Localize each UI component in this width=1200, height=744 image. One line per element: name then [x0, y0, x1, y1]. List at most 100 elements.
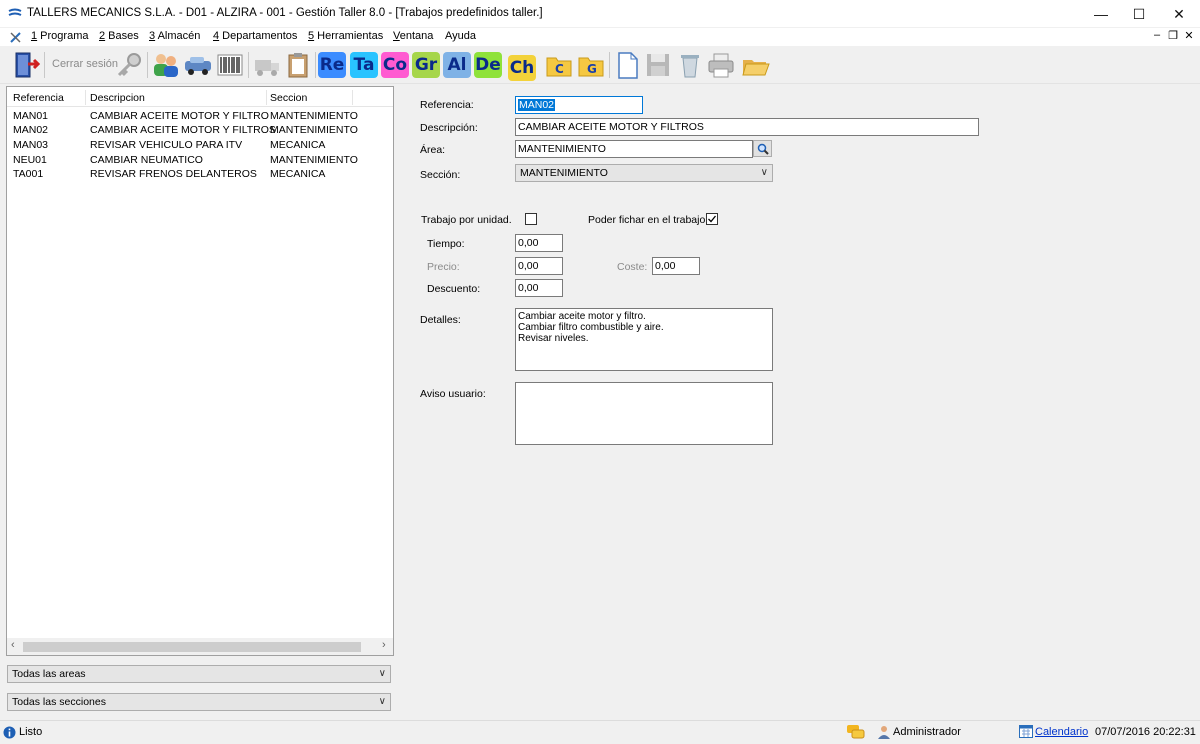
- referencia-field[interactable]: MAN02: [515, 96, 643, 114]
- menu-bases-label: Bases: [105, 30, 139, 42]
- clipboard-icon[interactable]: [283, 50, 313, 80]
- letter-button-al[interactable]: Al: [443, 52, 471, 78]
- menu-ayuda[interactable]: Ayuda: [445, 30, 476, 42]
- barcode-icon[interactable]: [215, 50, 245, 80]
- areas-filter-select[interactable]: Todas las areas ∨: [7, 665, 391, 683]
- letter-button-de[interactable]: De: [474, 52, 502, 78]
- column-header-descripcion[interactable]: Descripcion: [90, 92, 145, 104]
- menu-programa[interactable]: 1 Programa: [31, 30, 88, 42]
- delete-icon[interactable]: [675, 50, 705, 80]
- menu-bases[interactable]: 2 Bases: [99, 30, 139, 42]
- scroll-left-arrow-icon[interactable]: ‹: [11, 639, 15, 651]
- scrollbar-thumb[interactable]: [23, 642, 361, 652]
- letter-button-co[interactable]: Co: [381, 52, 409, 78]
- save-icon[interactable]: [643, 50, 673, 80]
- table-row[interactable]: MAN01 CAMBIAR ACEITE MOTOR Y FILTRO MANT…: [7, 110, 393, 124]
- tools-icon[interactable]: [9, 31, 22, 44]
- status-text: Listo: [19, 726, 43, 738]
- open-folder-icon[interactable]: [740, 50, 770, 80]
- fichar-label: Poder fichar en el trabajo.: [588, 214, 709, 226]
- toolbar-separator: [609, 52, 610, 78]
- mdi-restore-button[interactable]: ❐: [1166, 29, 1180, 42]
- clients-icon[interactable]: [151, 50, 181, 80]
- table-row[interactable]: TA001 REVISAR FRENOS DELANTEROS MECANICA: [7, 168, 393, 182]
- area-search-button[interactable]: [753, 140, 772, 157]
- area-field[interactable]: MANTENIMIENTO: [515, 140, 753, 158]
- jobs-list[interactable]: Referencia Descripcion Seccion MAN01 CAM…: [6, 86, 394, 656]
- letter-button-re[interactable]: Re: [318, 52, 346, 78]
- column-header-seccion[interactable]: Seccion: [270, 92, 307, 104]
- letter-button-gr[interactable]: Gr: [412, 52, 440, 78]
- toolbar: Cerrar sesión Re Ta Co Gr Al De Ch C G: [0, 46, 1200, 84]
- folder-g-icon[interactable]: G: [576, 50, 606, 80]
- minimize-button[interactable]: —: [1081, 0, 1121, 28]
- detalles-textarea[interactable]: Cambiar aceite motor y filtro. Cambiar f…: [515, 308, 773, 371]
- aviso-usuario-label: Aviso usuario:: [420, 388, 486, 400]
- logout-button[interactable]: Cerrar sesión: [52, 58, 118, 70]
- menu-almacen-label: Almacén: [155, 30, 201, 42]
- exit-door-icon[interactable]: [10, 50, 40, 80]
- column-header-referencia[interactable]: Referencia: [13, 92, 64, 104]
- vehicle-icon[interactable]: [183, 50, 213, 80]
- trabajo-unidad-checkbox[interactable]: [525, 213, 537, 225]
- seccion-value: MANTENIMIENTO: [520, 167, 608, 179]
- menu-bar: 1 Programa 2 Bases 3 Almacén 4 Departame…: [0, 28, 1200, 46]
- menu-programa-label: Programa: [37, 30, 89, 42]
- row-referencia: TA001: [13, 168, 44, 180]
- fichar-checkbox[interactable]: [706, 213, 718, 225]
- descripcion-field[interactable]: CAMBIAR ACEITE MOTOR Y FILTROS: [515, 118, 979, 136]
- window-title: TALLERS MECANICS S.L.A. - D01 - ALZIRA -…: [27, 7, 543, 19]
- maximize-button[interactable]: ☐: [1119, 0, 1159, 28]
- tiempo-field[interactable]: 0,00: [515, 234, 563, 252]
- letter-button-ta[interactable]: Ta: [350, 52, 378, 78]
- row-descripcion: CAMBIAR ACEITE MOTOR Y FILTRO: [90, 110, 269, 122]
- messages-icon[interactable]: [846, 724, 865, 741]
- column-divider[interactable]: [352, 90, 353, 105]
- menu-almacen[interactable]: 3 Almacén: [149, 30, 200, 42]
- calendar-link[interactable]: Calendario: [1035, 726, 1088, 738]
- aviso-usuario-textarea[interactable]: [515, 382, 773, 445]
- table-row[interactable]: NEU01 CAMBIAR NEUMATICO MANTENIMIENTO: [7, 154, 393, 168]
- letter-button-ch[interactable]: Ch: [508, 55, 536, 81]
- descuento-field[interactable]: 0,00: [515, 279, 563, 297]
- status-bar: Listo Administrador Calendario 07/07/201…: [0, 720, 1200, 744]
- close-button[interactable]: ✕: [1159, 0, 1199, 28]
- table-row[interactable]: MAN02 CAMBIAR ACEITE MOTOR Y FILTROS MAN…: [7, 124, 393, 138]
- seccion-select[interactable]: MANTENIMIENTO ∨: [515, 164, 773, 182]
- search-icon: [757, 143, 769, 155]
- folder-c-icon[interactable]: C: [544, 50, 574, 80]
- checkmark-icon: [708, 215, 717, 223]
- row-descripcion: CAMBIAR NEUMATICO: [90, 154, 203, 166]
- menu-ventana-label: entana: [399, 30, 434, 42]
- key-icon[interactable]: [114, 50, 144, 80]
- menu-departamentos[interactable]: 4 Departamentos: [213, 30, 297, 42]
- precio-field[interactable]: 0,00: [515, 257, 563, 275]
- menu-ventana[interactable]: Ventana: [393, 30, 433, 42]
- column-divider[interactable]: [85, 90, 86, 105]
- row-descripcion: REVISAR FRENOS DELANTEROS: [90, 168, 257, 180]
- scroll-right-arrow-icon[interactable]: ›: [382, 639, 386, 651]
- calendar-icon[interactable]: [1019, 725, 1033, 738]
- row-seccion: MANTENIMIENTO: [270, 154, 358, 166]
- coste-label: Coste:: [617, 261, 648, 273]
- truck-disabled-icon[interactable]: [252, 50, 282, 80]
- descuento-label: Descuento:: [427, 283, 481, 295]
- mdi-close-button[interactable]: ✕: [1182, 29, 1196, 42]
- horizontal-scrollbar[interactable]: ‹ ›: [7, 638, 393, 655]
- column-divider[interactable]: [266, 90, 267, 105]
- menu-herramientas[interactable]: 5 Herramientas: [308, 30, 383, 42]
- print-icon[interactable]: [706, 50, 736, 80]
- row-referencia: MAN01: [13, 110, 49, 122]
- row-seccion: MECANICA: [270, 139, 326, 151]
- coste-field[interactable]: 0,00: [652, 257, 700, 275]
- new-document-icon[interactable]: [612, 50, 642, 80]
- mdi-minimize-button[interactable]: –: [1150, 29, 1164, 41]
- seccion-label: Sección:: [420, 169, 461, 181]
- toolbar-separator: [248, 52, 249, 78]
- menu-ayuda-label: Ayuda: [445, 30, 476, 42]
- row-descripcion: CAMBIAR ACEITE MOTOR Y FILTROS: [90, 124, 276, 136]
- user-icon: [878, 726, 890, 739]
- sections-filter-select[interactable]: Todas las secciones ∨: [7, 693, 391, 711]
- table-row[interactable]: MAN03 REVISAR VEHICULO PARA ITV MECANICA: [7, 139, 393, 153]
- sections-filter-value: Todas las secciones: [12, 696, 106, 708]
